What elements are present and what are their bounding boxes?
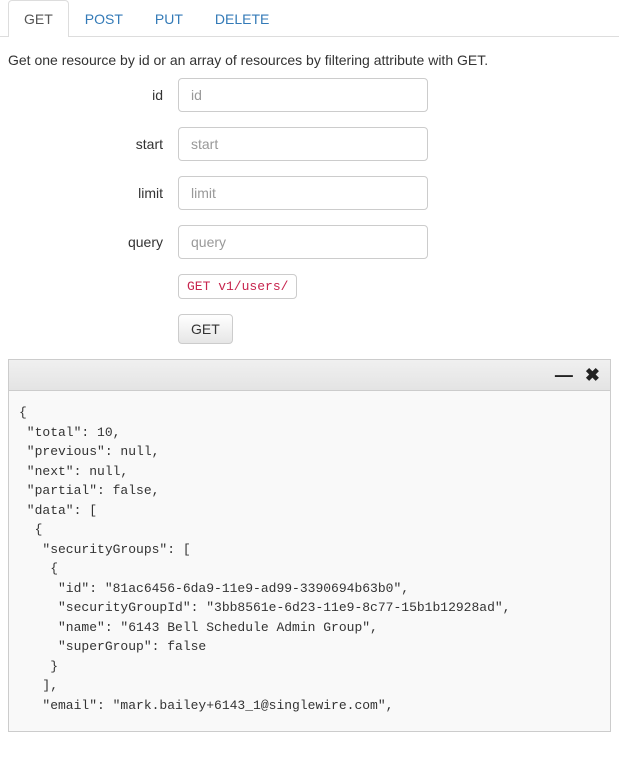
query-label: query: [8, 234, 178, 250]
close-icon[interactable]: ✖: [585, 366, 600, 384]
limit-label: limit: [8, 185, 178, 201]
tab-description: Get one resource by id or an array of re…: [0, 37, 619, 78]
tab-delete[interactable]: DELETE: [199, 0, 285, 37]
request-form: id start limit query GET v1/users/ GET: [0, 78, 619, 344]
response-panel: — ✖ { "total": 10, "previous": null, "ne…: [8, 359, 611, 732]
id-input[interactable]: [178, 78, 428, 112]
start-input[interactable]: [178, 127, 428, 161]
id-label: id: [8, 87, 178, 103]
limit-input[interactable]: [178, 176, 428, 210]
minimize-icon[interactable]: —: [555, 366, 573, 384]
http-method-tabs: GET POST PUT DELETE: [0, 0, 619, 37]
endpoint-badge: GET v1/users/: [178, 274, 297, 299]
submit-button[interactable]: GET: [178, 314, 233, 344]
query-input[interactable]: [178, 225, 428, 259]
response-body: { "total": 10, "previous": null, "next":…: [9, 391, 610, 731]
tab-post[interactable]: POST: [69, 0, 139, 37]
response-header: — ✖: [9, 360, 610, 391]
start-label: start: [8, 136, 178, 152]
tab-put[interactable]: PUT: [139, 0, 199, 37]
tab-get[interactable]: GET: [8, 0, 69, 37]
